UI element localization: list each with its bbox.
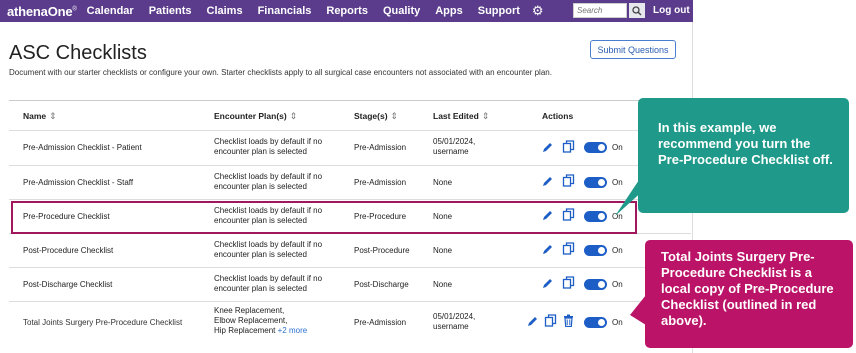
encounter-plan: Checklist loads by default if no encounte… bbox=[214, 240, 323, 259]
nav-apps[interactable]: Apps bbox=[435, 5, 463, 17]
last-edited: 05/01/2024, username bbox=[433, 312, 476, 331]
encounter-plan: Checklist loads by default if no encounte… bbox=[214, 274, 323, 293]
row-divider bbox=[9, 130, 691, 131]
top-nav-bar: athenaOne® Calendar Patients Claims Fina… bbox=[0, 0, 693, 22]
toggle-label: On bbox=[612, 246, 623, 255]
checklist-name[interactable]: Post-Procedure Checklist bbox=[23, 246, 113, 256]
row-divider bbox=[9, 301, 691, 302]
pencil-icon[interactable] bbox=[526, 315, 539, 328]
toggle-switch[interactable] bbox=[584, 245, 607, 256]
pencil-icon[interactable] bbox=[541, 243, 554, 256]
row-divider bbox=[9, 267, 691, 268]
last-edited: None bbox=[433, 280, 453, 289]
nav-financials[interactable]: Financials bbox=[258, 5, 312, 17]
copy-icon[interactable] bbox=[562, 174, 575, 187]
stage: Post-Discharge bbox=[354, 280, 409, 289]
page-title: ASC Checklists bbox=[9, 42, 147, 64]
copy-icon[interactable] bbox=[562, 276, 575, 289]
trash-icon[interactable] bbox=[562, 314, 575, 327]
col-header-name[interactable]: Name ⇕ bbox=[23, 111, 57, 122]
search-icon bbox=[632, 5, 642, 15]
copy-icon[interactable] bbox=[544, 314, 557, 327]
col-header-actions: Actions bbox=[542, 111, 574, 121]
nav-claims[interactable]: Claims bbox=[207, 5, 243, 17]
stage: Pre-Admission bbox=[354, 318, 407, 327]
stage: Pre-Admission bbox=[354, 178, 407, 187]
nav-calendar[interactable]: Calendar bbox=[87, 5, 134, 17]
sort-icon[interactable]: ⇕ bbox=[482, 111, 490, 121]
submit-questions-button[interactable]: Submit Questions bbox=[590, 40, 676, 59]
sort-icon[interactable]: ⇕ bbox=[290, 111, 298, 121]
toggle-switch[interactable] bbox=[584, 142, 607, 153]
callout-recommendation: In this example, we recommend you turn t… bbox=[638, 98, 849, 213]
col-header-encounter-plans[interactable]: Encounter Plan(s) ⇕ bbox=[214, 111, 297, 122]
logout-link[interactable]: Log out bbox=[653, 5, 690, 16]
app-logo[interactable]: athenaOne® bbox=[7, 4, 77, 19]
stage: Pre-Admission bbox=[354, 143, 407, 152]
callout-local-copy-note: Total Joints Surgery Pre-Procedure Check… bbox=[645, 240, 853, 348]
encounter-plan: Checklist loads by default if no encounte… bbox=[214, 137, 323, 156]
stage: Post-Procedure bbox=[354, 246, 410, 255]
toggle-label: On bbox=[612, 143, 623, 152]
last-edited: None bbox=[433, 246, 453, 255]
encounter-plan: Knee Replacement, Elbow Replacement, Hip… bbox=[214, 306, 308, 335]
copy-icon[interactable] bbox=[562, 242, 575, 255]
search-button[interactable] bbox=[629, 3, 645, 18]
encounter-plan: Checklist loads by default if no encounte… bbox=[214, 172, 323, 191]
search-box bbox=[573, 3, 645, 18]
table-top-rule bbox=[9, 100, 691, 101]
gear-icon[interactable]: ⚙ bbox=[532, 3, 544, 19]
search-input[interactable] bbox=[573, 3, 627, 18]
toggle-switch[interactable] bbox=[584, 317, 607, 328]
toggle-switch[interactable] bbox=[584, 279, 607, 290]
last-edited: 05/01/2024, username bbox=[433, 137, 476, 156]
toggle-label: On bbox=[612, 318, 623, 327]
copy-icon[interactable] bbox=[562, 140, 575, 153]
nav-patients[interactable]: Patients bbox=[149, 5, 192, 17]
row-divider bbox=[9, 165, 691, 166]
toggle-label: On bbox=[612, 280, 623, 289]
highlight-outline bbox=[11, 201, 637, 234]
pencil-icon[interactable] bbox=[541, 277, 554, 290]
col-header-stages[interactable]: Stage(s) ⇕ bbox=[354, 111, 398, 122]
checklist-name[interactable]: Post-Discharge Checklist bbox=[23, 280, 112, 290]
sort-icon[interactable]: ⇕ bbox=[391, 111, 399, 121]
pencil-icon[interactable] bbox=[541, 141, 554, 154]
pencil-icon[interactable] bbox=[541, 175, 554, 188]
nav-reports[interactable]: Reports bbox=[326, 5, 368, 17]
last-edited: None bbox=[433, 178, 453, 187]
sort-icon[interactable]: ⇕ bbox=[49, 111, 57, 121]
checklist-name[interactable]: Pre-Admission Checklist - Staff bbox=[23, 178, 133, 188]
row-divider bbox=[9, 199, 691, 200]
nav-support[interactable]: Support bbox=[478, 5, 520, 17]
col-header-last-edited[interactable]: Last Edited ⇕ bbox=[433, 111, 489, 122]
checklist-name[interactable]: Pre-Admission Checklist - Patient bbox=[23, 143, 142, 153]
checklist-name[interactable]: Total Joints Surgery Pre-Procedure Check… bbox=[23, 318, 182, 328]
page-description: Document with our starter checklists or … bbox=[9, 68, 552, 77]
nav-quality[interactable]: Quality bbox=[383, 5, 420, 17]
toggle-switch[interactable] bbox=[584, 177, 607, 188]
more-plans-link[interactable]: +2 more bbox=[278, 326, 308, 335]
